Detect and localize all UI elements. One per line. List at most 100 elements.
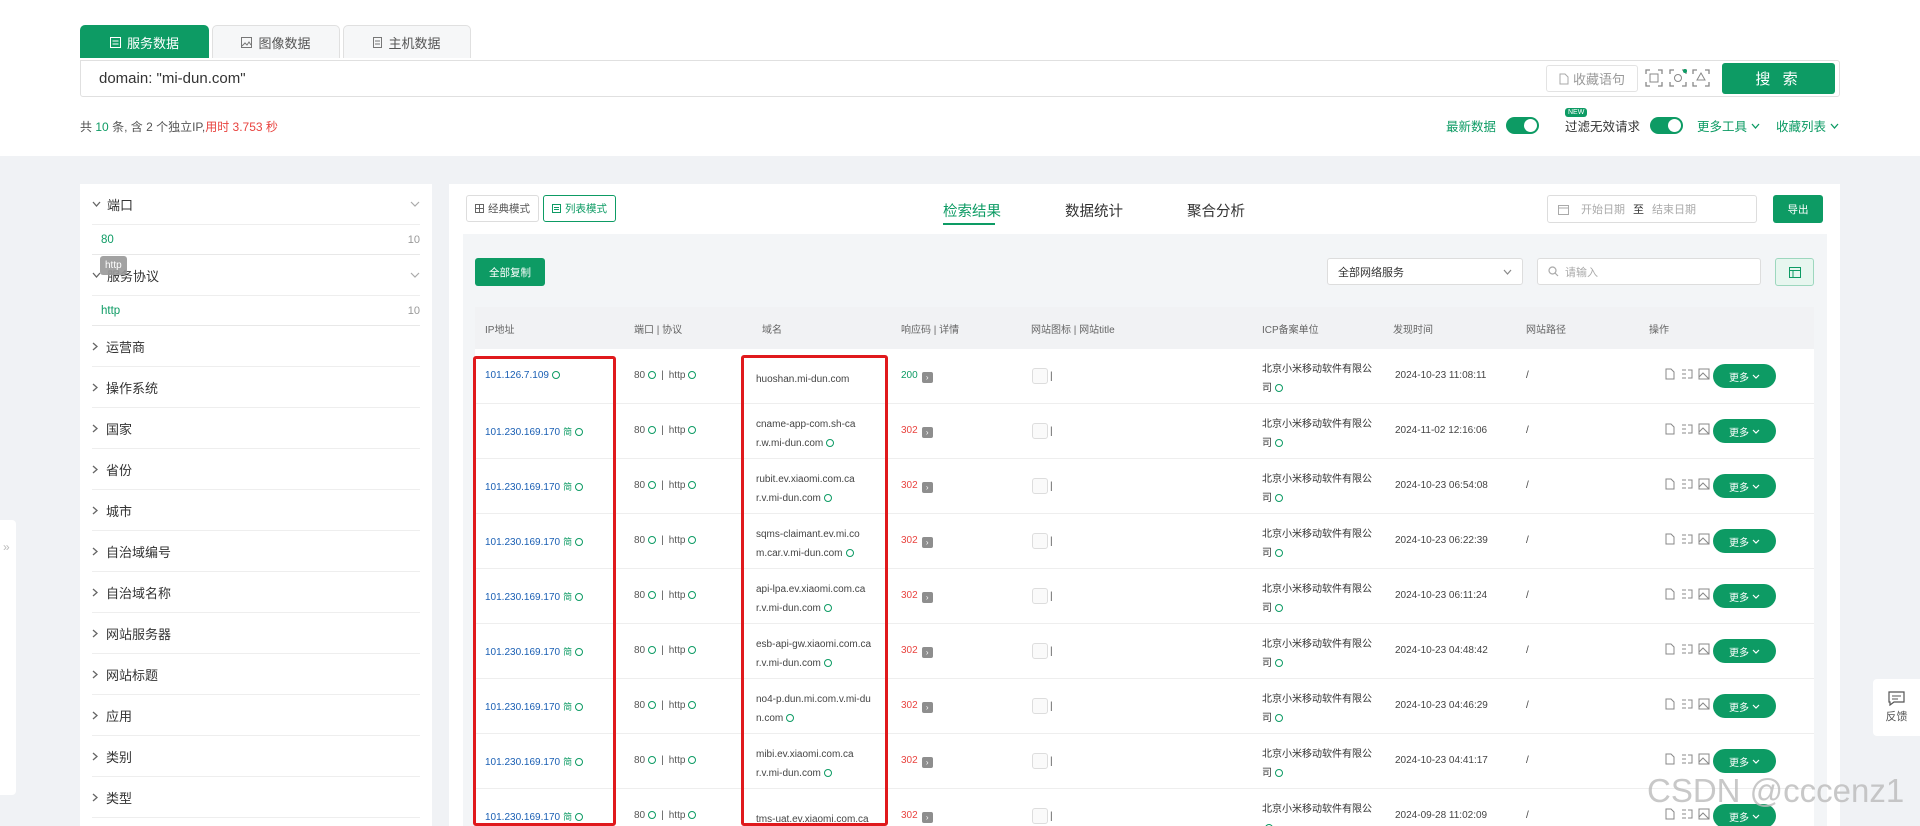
qr-scan-icon[interactable] [1645, 69, 1663, 87]
screenshot-icon[interactable] [1698, 478, 1710, 490]
zoom-icon[interactable] [1275, 604, 1283, 612]
protocol-value[interactable]: http [669, 645, 686, 656]
tab-aggregation[interactable]: 聚合分析 [1187, 200, 1245, 221]
column-header[interactable]: 发现时间 [1393, 321, 1433, 336]
zoom-icon[interactable] [1275, 439, 1283, 447]
search-button[interactable]: 搜 索 [1722, 63, 1835, 94]
more-button[interactable]: 更多 [1713, 419, 1776, 443]
filter-protocol-value[interactable]: http 10 [92, 296, 420, 326]
camera-search-icon[interactable] [1669, 69, 1687, 87]
zoom-icon[interactable] [688, 481, 697, 489]
code-icon[interactable] [1681, 698, 1693, 710]
left-dock[interactable]: » [0, 520, 16, 795]
code-icon[interactable] [1681, 588, 1693, 600]
filter-item[interactable]: 类型 [92, 777, 420, 818]
port-value[interactable]: 80 [634, 810, 645, 821]
port-value[interactable]: 80 [634, 425, 645, 436]
date-range-picker[interactable]: 开始日期 至 结束日期 [1547, 195, 1757, 223]
column-header[interactable]: 操作 [1649, 321, 1669, 336]
favorites-list-menu[interactable]: 收藏列表 [1776, 116, 1839, 135]
more-button[interactable]: 更多 [1713, 364, 1776, 388]
more-button[interactable]: 更多 [1713, 529, 1776, 553]
classic-mode-button[interactable]: 经典模式 [466, 195, 539, 222]
zoom-icon[interactable] [1275, 549, 1283, 557]
column-header[interactable]: IP地址 [485, 321, 514, 336]
port-value[interactable]: 80 [634, 590, 645, 601]
column-header[interactable]: 端口 | 协议 [634, 321, 682, 336]
tab-host-data[interactable]: 主机数据 [343, 25, 471, 58]
zoom-icon[interactable] [1275, 384, 1283, 392]
zoom-icon[interactable] [1275, 769, 1283, 777]
zoom-icon[interactable] [688, 426, 697, 434]
column-header[interactable]: ICP备案单位 [1262, 321, 1319, 336]
detail-icon[interactable]: › [921, 427, 933, 438]
column-header[interactable]: 域名 [762, 321, 782, 336]
export-button[interactable]: 导出 [1773, 195, 1823, 223]
code-icon[interactable] [1681, 533, 1693, 545]
zoom-icon[interactable] [648, 701, 657, 709]
more-tools-menu[interactable]: 更多工具 [1697, 116, 1760, 135]
more-button[interactable]: 更多 [1713, 474, 1776, 498]
screenshot-icon[interactable] [1698, 368, 1710, 380]
feedback-button[interactable]: 反馈 [1873, 679, 1920, 736]
zoom-icon[interactable] [648, 591, 657, 599]
filter-toggle[interactable] [1650, 117, 1684, 134]
latest-toggle[interactable] [1506, 117, 1540, 134]
more-button[interactable]: 更多 [1713, 639, 1776, 663]
protocol-value[interactable]: http [669, 425, 686, 436]
document-icon[interactable] [1664, 643, 1676, 655]
zoom-icon[interactable] [1275, 659, 1283, 667]
screenshot-icon[interactable] [1698, 588, 1710, 600]
tab-search-results[interactable]: 检索结果 [943, 200, 1001, 221]
code-icon[interactable] [1681, 643, 1693, 655]
more-button[interactable]: 更多 [1713, 694, 1776, 718]
protocol-value[interactable]: http [669, 370, 686, 381]
detail-icon[interactable]: › [921, 702, 933, 713]
screenshot-icon[interactable] [1698, 753, 1710, 765]
port-value[interactable]: 80 [634, 480, 645, 491]
port-value[interactable]: 80 [634, 370, 645, 381]
filter-item[interactable]: 自治域编号 [92, 531, 420, 572]
zoom-icon[interactable] [1275, 494, 1283, 502]
zoom-icon[interactable] [648, 536, 657, 544]
document-icon[interactable] [1664, 478, 1676, 490]
filter-item[interactable]: 省份 [92, 449, 420, 490]
filter-item[interactable]: 应用 [92, 695, 420, 736]
filter-item[interactable]: 网站标题 [92, 654, 420, 695]
document-icon[interactable] [1664, 368, 1676, 380]
port-value[interactable]: 80 [634, 645, 645, 656]
zoom-icon[interactable] [648, 426, 657, 434]
list-mode-button[interactable]: 列表模式 [543, 195, 616, 222]
filter-item[interactable]: 自治域名称 [92, 572, 420, 613]
filter-port-header[interactable]: 端口 [92, 184, 420, 225]
code-icon[interactable] [1681, 478, 1693, 490]
document-icon[interactable] [1664, 423, 1676, 435]
screenshot-icon[interactable] [1698, 533, 1710, 545]
column-header[interactable]: 响应码 | 详情 [901, 321, 959, 336]
column-header[interactable]: 网站路径 [1526, 321, 1566, 336]
copy-all-button[interactable]: 全部复制 [475, 258, 545, 286]
port-value[interactable]: 80 [634, 535, 645, 546]
tab-service-data[interactable]: 服务数据 [80, 25, 209, 58]
screenshot-icon[interactable] [1698, 698, 1710, 710]
code-icon[interactable] [1681, 423, 1693, 435]
tab-image-data[interactable]: 图像数据 [212, 25, 340, 58]
icon-search-icon[interactable] [1692, 69, 1710, 87]
result-search-input[interactable]: 请输入 [1537, 258, 1761, 285]
expand-icon[interactable]: » [3, 540, 10, 554]
collapse-icon[interactable] [410, 272, 420, 278]
table-settings-button[interactable] [1775, 258, 1814, 286]
zoom-icon[interactable] [648, 371, 657, 379]
detail-icon[interactable]: › [921, 812, 933, 823]
zoom-icon[interactable] [688, 756, 697, 764]
column-header[interactable]: 网站图标 | 网站title [1031, 321, 1115, 336]
document-icon[interactable] [1664, 698, 1676, 710]
protocol-value[interactable]: http [669, 755, 686, 766]
protocol-value[interactable]: http [669, 590, 686, 601]
more-button[interactable]: 更多 [1713, 584, 1776, 608]
zoom-icon[interactable] [688, 701, 697, 709]
filter-item[interactable]: 类别 [92, 736, 420, 777]
filter-item[interactable]: 城市 [92, 490, 420, 531]
zoom-icon[interactable] [648, 811, 657, 819]
protocol-value[interactable]: http [669, 810, 686, 821]
